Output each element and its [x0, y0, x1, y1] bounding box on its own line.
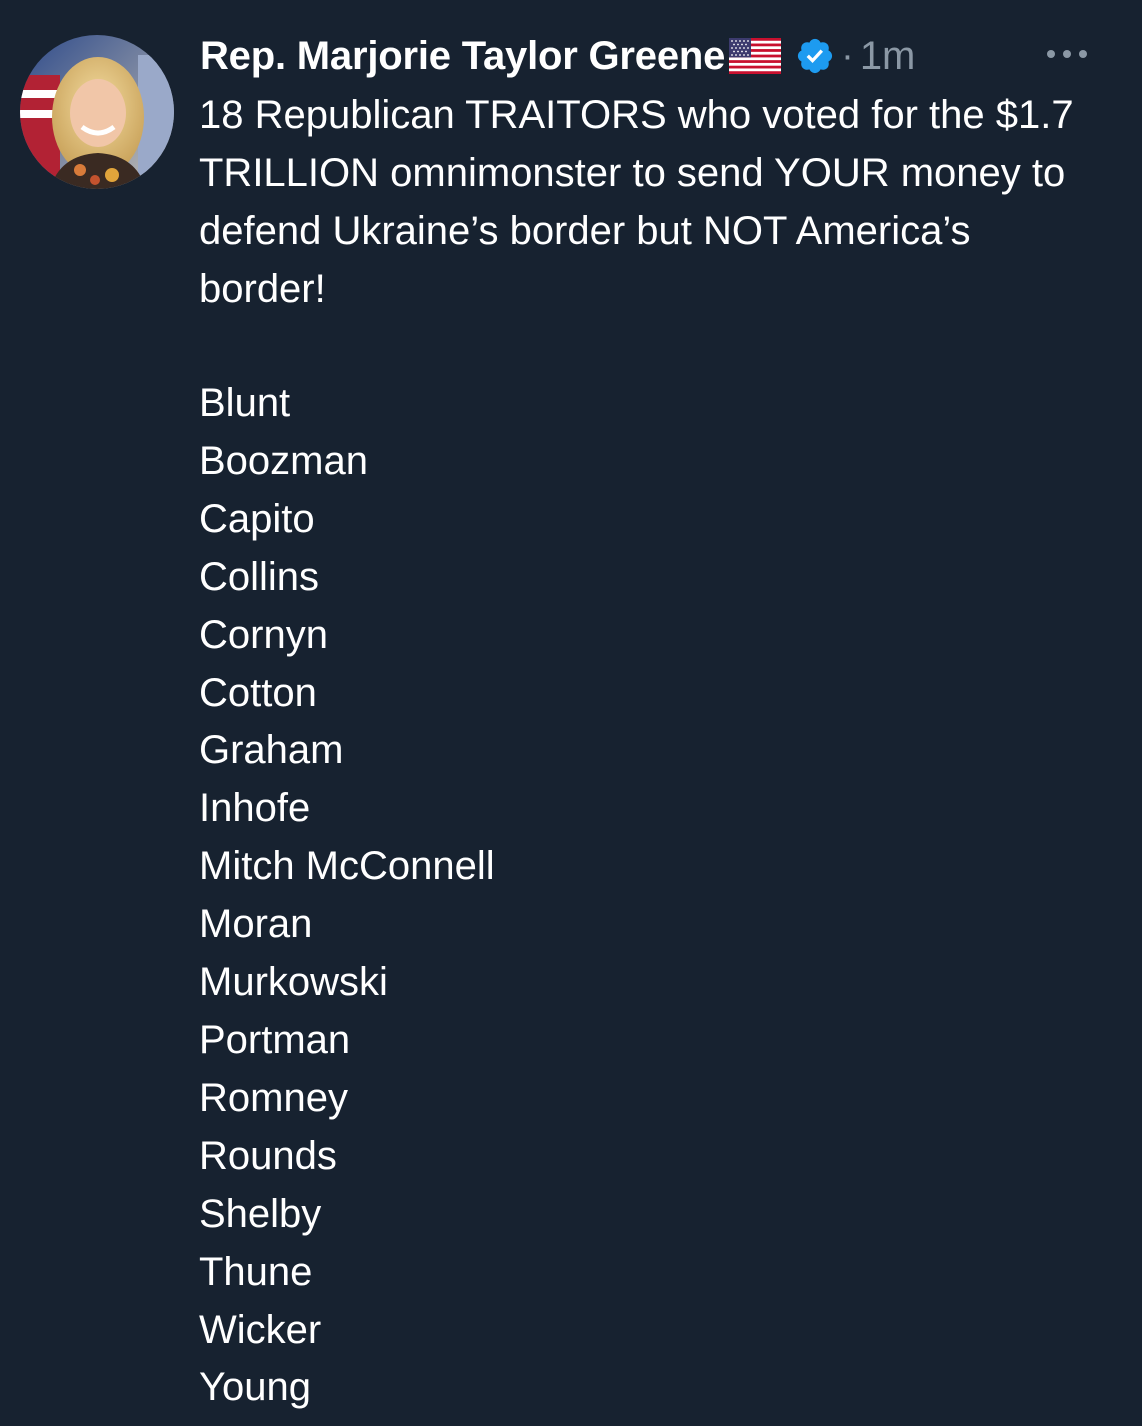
us-flag-icon — [729, 38, 782, 74]
list-item: Portman — [199, 1017, 351, 1062]
list-item: Capito — [199, 496, 315, 541]
list-item: Boozman — [199, 438, 368, 483]
list-item: Murkowski — [199, 960, 388, 1005]
list-item: Inhofe — [199, 786, 311, 831]
more-horizontal-icon[interactable] — [1044, 44, 1090, 64]
tweet-text: 18 Republican TRAITORS who voted for the… — [199, 93, 1074, 311]
avatar[interactable] — [20, 35, 174, 189]
list-item: Mitch McConnell — [199, 844, 495, 889]
verified-badge-icon[interactable] — [795, 36, 835, 76]
list-item: Graham — [199, 728, 344, 773]
tweet[interactable]: Rep. Marjorie Taylor Greene · 1m 18 Repu… — [0, 0, 1142, 1426]
senator-name-list: Blunt Boozman Capito Collins Cornyn Cotton Gra… — [199, 375, 495, 1417]
list-item: Young — [199, 1365, 311, 1410]
tweet-header: Rep. Marjorie Taylor Greene · 1m — [200, 30, 915, 82]
display-name[interactable]: Rep. Marjorie Taylor Greene — [200, 34, 725, 79]
list-item: Rounds — [199, 1133, 337, 1178]
list-item: Shelby — [199, 1191, 322, 1236]
timestamp[interactable]: 1m — [860, 34, 916, 79]
list-item: Thune — [199, 1249, 313, 1294]
list-item: Cotton — [199, 670, 317, 715]
list-item: Moran — [199, 902, 313, 947]
list-item: Blunt — [199, 381, 291, 425]
list-item: Wicker — [199, 1307, 322, 1352]
list-item: Romney — [199, 1075, 348, 1120]
list-item: Cornyn — [199, 612, 328, 657]
separator-dot: · — [841, 34, 854, 77]
list-item: Collins — [199, 554, 320, 599]
